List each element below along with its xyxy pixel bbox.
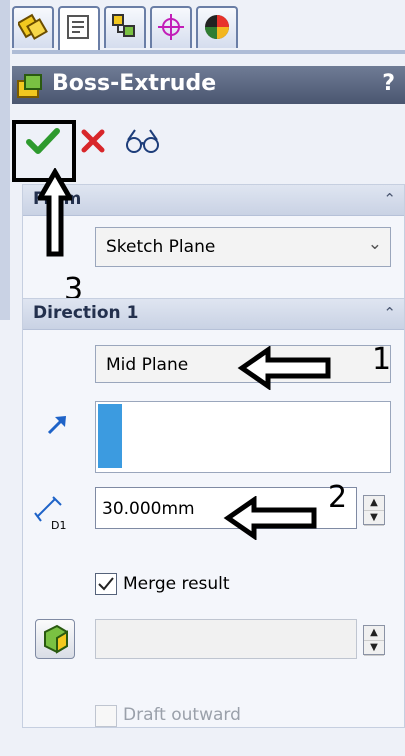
feature-scope-button[interactable] <box>35 619 75 659</box>
chevron-down-icon: ⌄ <box>367 234 382 254</box>
left-border <box>0 0 10 320</box>
crosshair-icon <box>158 14 184 40</box>
merge-result-label: Merge result <box>123 574 230 594</box>
from-group-header[interactable]: From ⌃ <box>23 185 404 216</box>
properties-icon <box>67 15 89 39</box>
direction1-group-header[interactable]: Direction 1 ⌃ <box>23 299 404 330</box>
checkmark-icon <box>98 577 114 591</box>
feature-titlebar: Boss-Extrude ? <box>12 66 405 104</box>
display-manager-tab[interactable] <box>196 6 238 48</box>
scope-spinner[interactable]: ▲ ▼ <box>363 625 385 656</box>
detailed-preview-icon[interactable] <box>124 126 162 156</box>
direction1-title: Direction 1 <box>33 303 139 323</box>
selection-indicator <box>98 404 122 468</box>
dimxpert-manager-tab[interactable] <box>150 6 192 48</box>
draft-outward-checkbox[interactable] <box>95 705 117 727</box>
depth-icon-label: D1 <box>51 519 66 532</box>
direction-reference-list[interactable] <box>95 401 391 473</box>
boss-extrude-icon <box>17 74 42 98</box>
from-start-value: Sketch Plane <box>106 237 216 257</box>
reverse-direction-icon[interactable] <box>45 411 71 437</box>
direction1-group: Direction 1 ⌃ Mid Plane D1 30.000mm ▲ ▼ <box>22 298 405 728</box>
cancel-x-icon[interactable] <box>80 128 106 154</box>
depth-dimension-icon: D1 <box>34 496 66 532</box>
annotation-left-arrow-1 <box>237 346 331 390</box>
annotation-label-1: 1 <box>372 342 392 377</box>
feature-tree-icon <box>18 13 48 40</box>
spin-down-icon[interactable]: ▼ <box>364 511 384 526</box>
tab-strip-divider <box>12 50 405 54</box>
feature-manager-tab[interactable] <box>12 6 54 48</box>
configuration-manager-tab[interactable] <box>104 6 146 48</box>
annotation-label-2: 2 <box>328 480 348 515</box>
help-icon[interactable]: ? <box>382 71 395 96</box>
from-start-combo[interactable]: Sketch Plane ⌄ <box>95 227 391 267</box>
merge-result-checkbox[interactable] <box>95 573 117 595</box>
depth-spinner[interactable]: ▲ ▼ <box>363 495 385 526</box>
draft-outward-label: Draft outward <box>123 705 241 725</box>
annotation-up-arrow <box>38 168 72 257</box>
collapse-chevron-icon[interactable]: ⌃ <box>383 190 396 208</box>
configuration-icon <box>112 14 135 37</box>
spin-down-icon[interactable]: ▼ <box>364 641 384 656</box>
spin-up-icon[interactable]: ▲ <box>364 496 384 511</box>
depth-value: 30.000mm <box>102 499 195 519</box>
collapse-chevron-icon[interactable]: ⌃ <box>383 304 396 322</box>
property-manager-tab[interactable] <box>58 6 100 54</box>
appearance-ball-icon <box>205 15 229 39</box>
scope-input[interactable] <box>95 619 357 659</box>
body-icon <box>44 624 68 654</box>
feature-title: Boss-Extrude <box>52 71 217 96</box>
spin-up-icon[interactable]: ▲ <box>364 626 384 641</box>
annotation-left-arrow-2 <box>223 496 317 540</box>
property-manager: Boss-Extrude ? From ⌃ Sketch Plane ⌄ 3 <box>0 0 405 756</box>
end-condition-value: Mid Plane <box>106 355 189 375</box>
